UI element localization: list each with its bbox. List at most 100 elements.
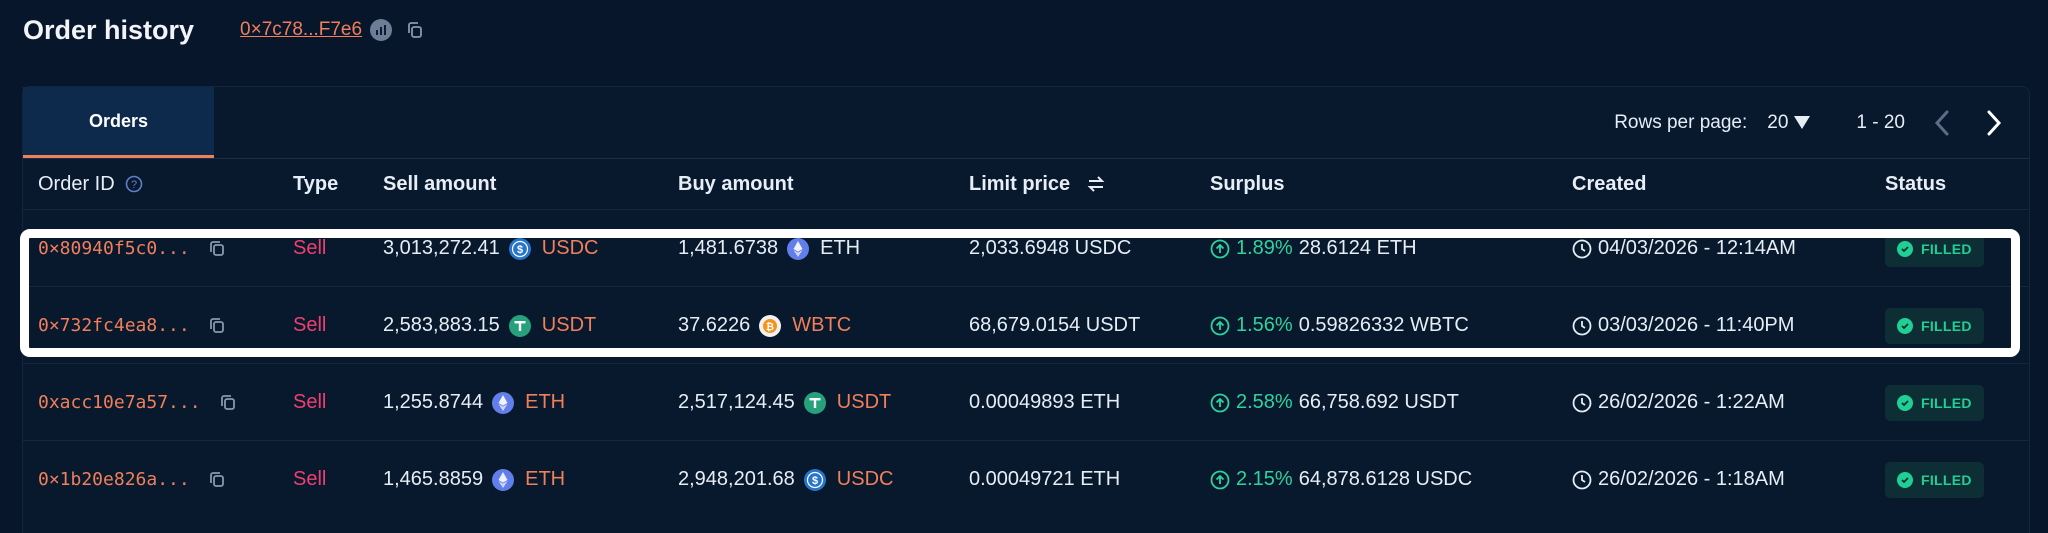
- surplus-percent: 1.89%: [1236, 237, 1293, 259]
- buy-token-symbol[interactable]: WBTC: [792, 314, 851, 337]
- limit-price-cell: 0.00049721 ETH: [969, 441, 1120, 518]
- orders-panel: Orders Rows per page: 20 1 - 20 Order ID…: [22, 86, 2030, 533]
- status-cell: FILLED: [1885, 287, 1984, 364]
- status-label: FILLED: [1921, 394, 1972, 411]
- table-row[interactable]: 0×1b20e826a... Sell 1,465.8859 ETH 2,948…: [23, 440, 2029, 518]
- buy-amount-cell: 2,517,124.45 USDT: [678, 364, 891, 441]
- sell-token-symbol[interactable]: ETH: [525, 468, 565, 491]
- limit-price-cell: 2,033.6948 USDC: [969, 210, 1131, 287]
- order-id-cell: 0×80940f5c0...: [38, 210, 226, 287]
- next-page-button[interactable]: [1979, 108, 2009, 138]
- status-badge: FILLED: [1885, 230, 1984, 267]
- order-id-link[interactable]: 0×1b20e826a...: [38, 469, 190, 490]
- order-id-link[interactable]: 0×80940f5c0...: [38, 238, 190, 259]
- check-circle-icon: [1897, 240, 1913, 257]
- column-limit-price-label: Limit price: [969, 172, 1071, 195]
- prev-page-button[interactable]: [1927, 108, 1957, 138]
- tab-orders[interactable]: Orders: [23, 87, 214, 158]
- created-cell: 26/02/2026 - 1:18AM: [1572, 441, 1785, 518]
- status-label: FILLED: [1921, 240, 1972, 257]
- svg-text:$: $: [517, 244, 523, 256]
- limit-price: 0.00049893 ETH: [969, 391, 1121, 413]
- buy-token-symbol[interactable]: USDT: [837, 391, 891, 414]
- status-badge: FILLED: [1885, 461, 1984, 498]
- created-cell: 04/03/2026 - 12:14AM: [1572, 210, 1796, 287]
- created-date: 03/03/2026 - 11:40PM: [1598, 314, 1795, 336]
- surplus-percent: 2.58%: [1236, 391, 1293, 413]
- copy-order-id-icon[interactable]: [208, 240, 226, 258]
- svg-text:?: ?: [131, 179, 137, 191]
- buy-token-symbol[interactable]: ETH: [820, 237, 860, 260]
- order-id-cell: 0×1b20e826a...: [38, 441, 226, 518]
- copy-order-id-icon[interactable]: [208, 471, 226, 489]
- sell-token-symbol[interactable]: USDC: [542, 237, 599, 260]
- column-buy-amount: Buy amount: [678, 172, 794, 195]
- order-type: Sell: [293, 391, 327, 413]
- check-circle-icon: [1897, 471, 1913, 488]
- table-row[interactable]: 0×732fc4ea8... Sell 2,583,883.15 USDT 37…: [23, 286, 2029, 364]
- usdt-token-icon: [803, 391, 827, 415]
- surplus-cell: 1.56% 0.59826332 WBTC: [1210, 287, 1469, 364]
- sell-amount-cell: 2,583,883.15 USDT: [383, 287, 596, 364]
- created-date: 26/02/2026 - 1:18AM: [1598, 468, 1785, 490]
- copy-order-id-icon[interactable]: [208, 317, 226, 335]
- created-cell: 03/03/2026 - 11:40PM: [1572, 287, 1794, 364]
- table-header: Order ID ? Type Sell amount Buy amount L…: [23, 159, 2029, 209]
- limit-price: 68,679.0154 USDT: [969, 314, 1141, 336]
- order-id-link[interactable]: 0xacc10e7a57...: [38, 392, 201, 413]
- column-status: Status: [1885, 172, 1947, 195]
- surplus-amount: 66,758.692 USDT: [1298, 391, 1459, 413]
- explorer-icon[interactable]: [370, 19, 393, 41]
- wallet-address-link[interactable]: 0×7c78...F7e6: [240, 19, 362, 41]
- usdc-token-icon: $: [508, 237, 532, 261]
- buy-amount: 37.6226: [678, 314, 751, 336]
- copy-address-icon[interactable]: [406, 21, 424, 39]
- type-cell: Sell: [293, 210, 326, 287]
- arrow-up-circle-icon: [1210, 470, 1230, 490]
- surplus-percent: 2.15%: [1236, 468, 1293, 490]
- column-limit-price: Limit price: [969, 159, 1106, 209]
- buy-token-symbol[interactable]: USDC: [837, 468, 894, 491]
- column-order-id: Order ID ?: [38, 159, 143, 209]
- status-cell: FILLED: [1885, 441, 1984, 518]
- caret-down-icon: [1794, 116, 1811, 129]
- help-icon[interactable]: ?: [125, 175, 143, 193]
- table-row[interactable]: 0xacc10e7a57... Sell 1,255.8744 ETH 2,51…: [23, 363, 2029, 441]
- status-cell: FILLED: [1885, 364, 1984, 441]
- check-circle-icon: [1897, 394, 1913, 411]
- type-cell: Sell: [293, 441, 326, 518]
- surplus-cell: 2.15% 64,878.6128 USDC: [1210, 441, 1472, 518]
- created-date: 04/03/2026 - 12:14AM: [1598, 237, 1796, 259]
- chevron-left-icon: [1934, 110, 1949, 135]
- copy-order-id-icon[interactable]: [219, 394, 237, 412]
- type-cell: Sell: [293, 364, 326, 441]
- sell-amount: 1,465.8859: [383, 468, 484, 490]
- eth-token-icon: [491, 391, 515, 415]
- clock-icon: [1572, 393, 1592, 413]
- column-type: Type: [293, 172, 339, 195]
- limit-price-cell: 68,679.0154 USDT: [969, 287, 1140, 364]
- status-badge: FILLED: [1885, 307, 1984, 344]
- page-range: 1 - 20: [1856, 111, 1905, 133]
- buy-amount: 2,517,124.45: [678, 391, 795, 413]
- order-type: Sell: [293, 237, 327, 259]
- page-header: Order history 0×7c78...F7e6: [23, 10, 424, 50]
- table-row[interactable]: 0×80940f5c0... Sell 3,013,272.41 $ USDC …: [23, 209, 2029, 287]
- order-type: Sell: [293, 314, 327, 336]
- arrow-up-circle-icon: [1210, 239, 1230, 259]
- order-id-link[interactable]: 0×732fc4ea8...: [38, 315, 190, 336]
- surplus-amount: 28.6124 ETH: [1298, 237, 1417, 259]
- pagination: Rows per page: 20 1 - 20: [1614, 87, 2009, 158]
- status-label: FILLED: [1921, 317, 1972, 334]
- rows-per-page-select[interactable]: 20: [1767, 112, 1811, 134]
- sell-token-symbol[interactable]: USDT: [542, 314, 596, 337]
- sell-amount-cell: 1,465.8859 ETH: [383, 441, 565, 518]
- sell-amount: 3,013,272.41: [383, 237, 500, 259]
- tab-bar: Orders Rows per page: 20 1 - 20: [23, 87, 2029, 159]
- status-badge: FILLED: [1885, 384, 1984, 421]
- swap-icon[interactable]: [1086, 175, 1106, 193]
- order-id-cell: 0×732fc4ea8...: [38, 287, 226, 364]
- surplus-cell: 1.89% 28.6124 ETH: [1210, 210, 1417, 287]
- arrow-up-circle-icon: [1210, 316, 1230, 336]
- sell-token-symbol[interactable]: ETH: [525, 391, 565, 414]
